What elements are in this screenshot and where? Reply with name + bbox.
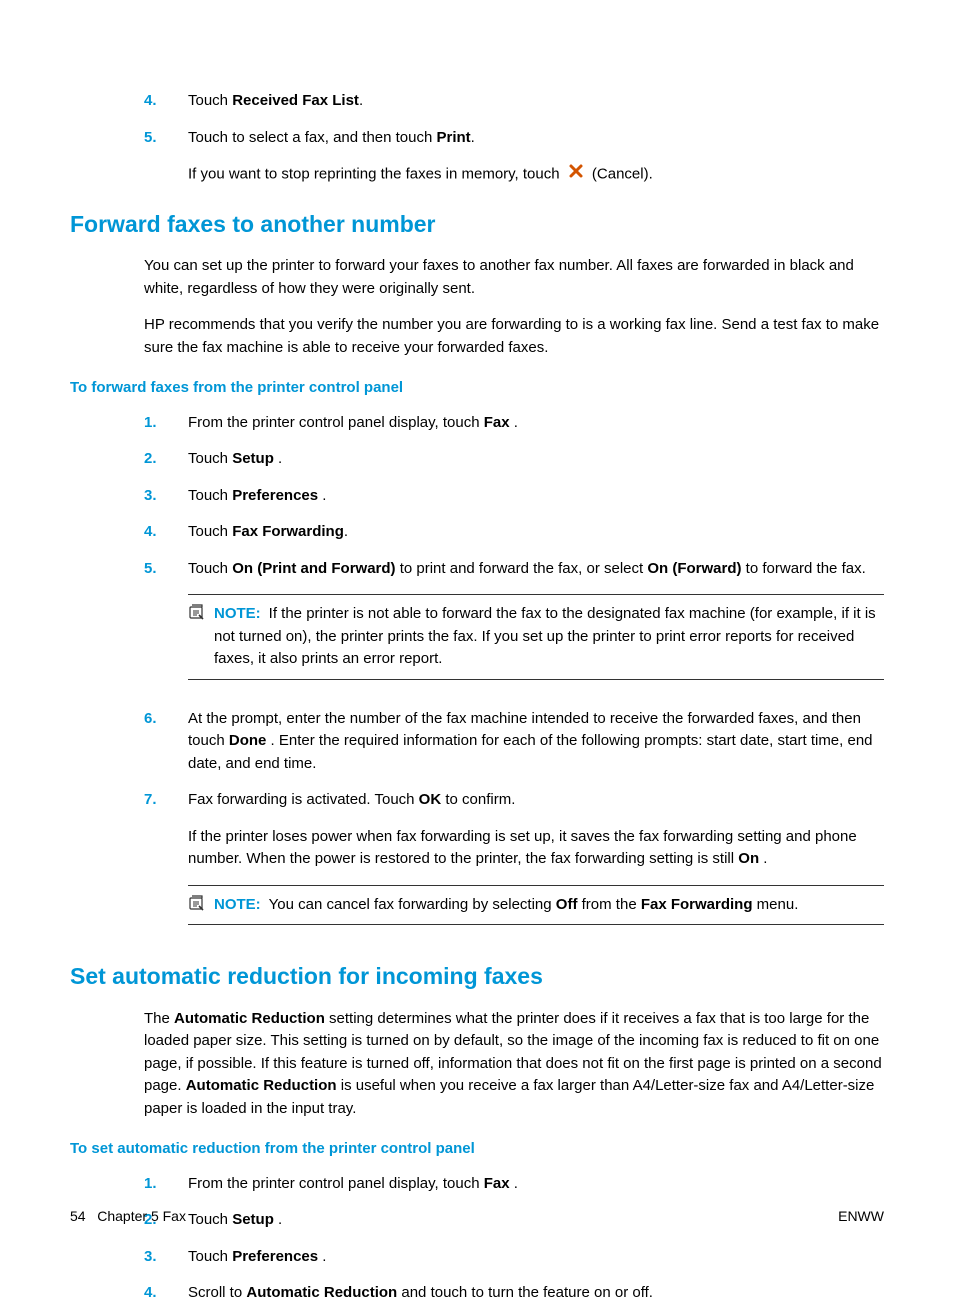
text: Touch [188, 450, 232, 467]
bold-text: Fax [484, 414, 510, 431]
step-number: 2. [144, 448, 188, 471]
step-number: 1. [144, 1173, 188, 1196]
bold-text: Fax Forwarding [641, 896, 753, 913]
text: and touch to turn the feature on or off. [397, 1284, 653, 1301]
text: from the [577, 896, 640, 913]
page-footer: 54 Chapter 5 Fax ENWW [70, 1206, 884, 1227]
text: . [318, 487, 326, 504]
step-content: Touch to select a fax, and then touch Pr… [188, 127, 884, 187]
note-box: NOTE:If the printer is not able to forwa… [188, 594, 884, 680]
steps-continuation: 4. Touch Received Fax List. 5. Touch to … [144, 90, 884, 187]
section-heading-reduction: Set automatic reduction for incoming fax… [70, 959, 884, 994]
paragraph: The Automatic Reduction setting determin… [144, 1008, 884, 1121]
text: The [144, 1010, 174, 1027]
step-content: Touch Received Fax List. [188, 90, 884, 113]
text: . [510, 414, 518, 431]
subheading-forward: To forward faxes from the printer contro… [70, 377, 884, 400]
step-2: 2. Touch Setup . [144, 448, 884, 471]
document-page: 4. Touch Received Fax List. 5. Touch to … [0, 0, 954, 1271]
step-5: 5. Touch On (Print and Forward) to print… [144, 558, 884, 694]
step-number: 4. [144, 521, 188, 544]
text: menu. [753, 896, 799, 913]
bold-text: Fax Forwarding [232, 523, 344, 540]
note-icon [188, 894, 214, 917]
text: Scroll to [188, 1284, 246, 1301]
step-7: 7. Fax forwarding is activated. Touch OK… [144, 789, 884, 939]
step-4: 4. Touch Fax Forwarding. [144, 521, 884, 544]
bold-text: Off [556, 896, 578, 913]
cancel-icon [568, 163, 584, 187]
paragraph: You can set up the printer to forward yo… [144, 255, 884, 300]
text: (Cancel). [588, 166, 653, 183]
subheading-reduction: To set automatic reduction from the prin… [70, 1138, 884, 1161]
bold-text: Automatic Reduction [174, 1010, 325, 1027]
bold-text: Fax [484, 1175, 510, 1192]
step-number: 5. [144, 127, 188, 187]
note-box: NOTE: You can cancel fax forwarding by se… [188, 885, 884, 926]
text: Touch [188, 487, 232, 504]
step-4: 4. Scroll to Automatic Reduction and tou… [144, 1282, 884, 1305]
text: . [471, 129, 475, 146]
bold-text: On (Print and Forward) [232, 560, 395, 577]
step-number: 3. [144, 485, 188, 508]
bold-text: OK [419, 791, 442, 808]
step-number: 6. [144, 708, 188, 776]
step-5: 5. Touch to select a fax, and then touch… [144, 127, 884, 187]
footer-right: ENWW [838, 1206, 884, 1227]
bold-text: Received Fax List [232, 92, 359, 109]
step-number: 4. [144, 90, 188, 113]
text: From the printer control panel display, … [188, 414, 484, 431]
text: to forward the fax. [742, 560, 866, 577]
step-3: 3. Touch Preferences . [144, 1246, 884, 1269]
note-label: NOTE: [214, 605, 261, 622]
bold-text: Preferences [232, 487, 318, 504]
step-number: 1. [144, 412, 188, 435]
step-number: 5. [144, 558, 188, 694]
step-number: 3. [144, 1246, 188, 1269]
page-number: 54 [70, 1208, 86, 1224]
text: If you want to stop reprinting the faxes… [188, 166, 564, 183]
text: Touch [188, 1248, 232, 1265]
text: Fax forwarding is activated. Touch [188, 791, 419, 808]
paragraph: HP recommends that you verify the number… [144, 314, 884, 359]
text: to print and forward the fax, or select [396, 560, 648, 577]
text: . [759, 850, 767, 867]
text: . [359, 92, 363, 109]
bold-text: Setup [232, 450, 274, 467]
bold-text: Preferences [232, 1248, 318, 1265]
step-number: 4. [144, 1282, 188, 1305]
note-icon [188, 603, 214, 671]
bold-text: Automatic Reduction [246, 1284, 397, 1301]
step-1: 1. From the printer control panel displa… [144, 412, 884, 435]
text: . [510, 1175, 518, 1192]
bold-text: Automatic Reduction [186, 1077, 337, 1094]
step-3: 3. Touch Preferences . [144, 485, 884, 508]
step-1: 1. From the printer control panel displa… [144, 1173, 884, 1196]
text: Touch to select a fax, and then touch [188, 129, 437, 146]
text: . [274, 450, 282, 467]
step-6: 6. At the prompt, enter the number of th… [144, 708, 884, 776]
step-4: 4. Touch Received Fax List. [144, 90, 884, 113]
text: You can cancel fax forwarding by selecti… [269, 896, 556, 913]
text: to confirm. [441, 791, 515, 808]
note-label: NOTE: [214, 896, 261, 913]
chapter-label: Chapter 5 Fax [97, 1208, 186, 1224]
note-text: If the printer is not able to forward th… [214, 605, 876, 667]
text: Touch [188, 523, 232, 540]
bold-text: Print [437, 129, 471, 146]
text: . [344, 523, 348, 540]
text: Touch [188, 560, 232, 577]
bold-text: On [738, 850, 759, 867]
step-number: 7. [144, 789, 188, 939]
text: Touch [188, 92, 232, 109]
bold-text: On (Forward) [647, 560, 741, 577]
section-heading-forward: Forward faxes to another number [70, 207, 884, 242]
text: . [318, 1248, 326, 1265]
bold-text: Done [229, 732, 267, 749]
text: . Enter the required information for eac… [188, 732, 873, 772]
text: From the printer control panel display, … [188, 1175, 484, 1192]
